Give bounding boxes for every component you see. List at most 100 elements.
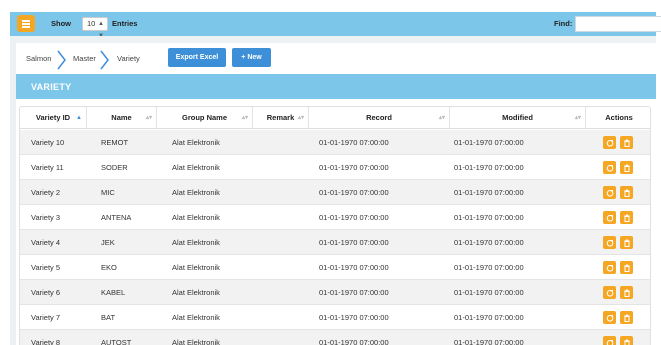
trash-icon[interactable] — [620, 211, 633, 224]
cell-modified: 01-01-1970 07:00:00 — [454, 263, 524, 272]
chevron-right-icon — [57, 50, 66, 70]
cell-name: SODER — [101, 163, 128, 172]
export-excel-button[interactable]: Export Excel — [168, 48, 226, 67]
cell-name: JEK — [101, 238, 115, 247]
cell-record: 01-01-1970 07:00:00 — [319, 288, 389, 297]
trash-icon[interactable] — [620, 286, 633, 299]
table-row[interactable]: Variety 7 BAT Alat Elektronik 01-01-1970 07… — [20, 305, 650, 330]
column-header-variety-id[interactable]: Variety ID ▲ — [20, 107, 87, 129]
cell-record: 01-01-1970 07:00:00 — [319, 263, 389, 272]
cell-group-name: Alat Elektronik — [172, 263, 220, 272]
cell-name: EKO — [101, 263, 117, 272]
sort-icon: ▴▾ — [145, 115, 152, 121]
table-header: Variety ID ▲ Name ▴▾ Group Name ▴▾ Remark ▴▾ Rec… — [20, 107, 650, 129]
hamburger-icon — [22, 20, 30, 22]
cell-name: MIC — [101, 188, 115, 197]
cell-record: 01-01-1970 07:00:00 — [319, 213, 389, 222]
cell-modified: 01-01-1970 07:00:00 — [454, 238, 524, 247]
table-row[interactable]: Variety 2 MIC Alat Elektronik 01-01-1970 07… — [20, 180, 650, 205]
cell-record: 01-01-1970 07:00:00 — [319, 163, 389, 172]
panel-header: VARIETY — [16, 74, 656, 99]
entries-label: Entries — [112, 19, 138, 28]
menu-button[interactable] — [17, 15, 35, 32]
table-row[interactable]: Variety 6 KABEL Alat Elektronik 01-01-1970 … — [20, 280, 650, 305]
trash-icon[interactable] — [620, 311, 633, 324]
page-size-select[interactable]: 10 ▲▼ — [82, 17, 108, 39]
edit-icon[interactable] — [603, 261, 616, 274]
new-button[interactable]: + New — [232, 48, 271, 67]
cell-modified: 01-01-1970 07:00:00 — [454, 313, 524, 322]
table-row[interactable]: Variety 4 JEK Alat Elektronik 01-01-1970 07… — [20, 230, 650, 255]
cell-group-name: Alat Elektronik — [172, 238, 220, 247]
breadcrumb-master[interactable]: Master — [73, 54, 96, 63]
cell-modified: 01-01-1970 07:00:00 — [454, 188, 524, 197]
cell-name: AUTOST — [101, 338, 132, 345]
cell-group-name: Alat Elektronik — [172, 313, 220, 322]
edit-icon[interactable] — [603, 311, 616, 324]
cell-variety-id: Variety 7 — [31, 313, 61, 322]
cell-variety-id: Variety 4 — [31, 238, 61, 247]
cell-group-name: Alat Elektronik — [172, 163, 220, 172]
cell-group-name: Alat Elektronik — [172, 188, 220, 197]
page-size-value: 10 — [87, 19, 96, 28]
column-header-label: Remark — [266, 113, 295, 122]
cell-variety-id: Variety 5 — [31, 263, 61, 272]
cell-group-name: Alat Elektronik — [172, 338, 220, 345]
cell-record: 01-01-1970 07:00:00 — [319, 138, 389, 147]
column-header-modified[interactable]: Modified ▴▾ — [450, 107, 586, 129]
table-row[interactable]: Variety 5 EKO Alat Elektronik 01-01-1970 07… — [20, 255, 650, 280]
column-header-label: Variety ID — [35, 113, 71, 122]
column-header-remark[interactable]: Remark ▴▾ — [253, 107, 309, 129]
trash-icon[interactable] — [620, 186, 633, 199]
show-label: Show — [51, 19, 71, 28]
edit-icon[interactable] — [603, 186, 616, 199]
edit-icon[interactable] — [603, 136, 616, 149]
cell-modified: 01-01-1970 07:00:00 — [454, 338, 524, 345]
table-row[interactable]: Variety 10 REMOT Alat Elektronik 01-01-1970… — [20, 130, 650, 155]
sort-icon: ▴▾ — [241, 115, 248, 121]
find-label: Find: — [554, 19, 573, 28]
breadcrumb-salmon[interactable]: Salmon — [26, 54, 51, 63]
cell-group-name: Alat Elektronik — [172, 288, 220, 297]
cell-modified: 01-01-1970 07:00:00 — [454, 163, 524, 172]
column-header-label: Record — [366, 113, 392, 122]
column-header-record[interactable]: Record ▴▾ — [309, 107, 450, 129]
sort-icon: ▲ — [76, 115, 82, 121]
trash-icon[interactable] — [620, 136, 633, 149]
trash-icon[interactable] — [620, 336, 633, 345]
sort-icon: ▴▾ — [438, 115, 445, 121]
cell-name: ANTENA — [101, 213, 132, 222]
column-header-label: Actions — [605, 113, 633, 122]
edit-icon[interactable] — [603, 336, 616, 345]
column-header-group-name[interactable]: Group Name ▴▾ — [157, 107, 253, 129]
cell-name: BAT — [101, 313, 116, 322]
edit-icon[interactable] — [603, 211, 616, 224]
panel-title: VARIETY — [31, 82, 72, 92]
edit-icon[interactable] — [603, 286, 616, 299]
cell-modified: 01-01-1970 07:00:00 — [454, 138, 524, 147]
edit-icon[interactable] — [603, 236, 616, 249]
trash-icon[interactable] — [620, 161, 633, 174]
trash-icon[interactable] — [620, 261, 633, 274]
column-header-name[interactable]: Name ▴▾ — [87, 107, 157, 129]
cell-record: 01-01-1970 07:00:00 — [319, 238, 389, 247]
trash-icon[interactable] — [620, 236, 633, 249]
cell-variety-id: Variety 3 — [31, 213, 61, 222]
table-row[interactable]: Variety 11 SODER Alat Elektronik 01-01-1970… — [20, 155, 650, 180]
cell-variety-id: Variety 11 — [31, 163, 64, 172]
cell-variety-id: Variety 8 — [31, 338, 61, 345]
find-input[interactable] — [575, 16, 661, 32]
column-header-label: Group Name — [181, 113, 227, 122]
chevron-right-icon — [100, 50, 109, 70]
table-row[interactable]: Variety 8 AUTOST Alat Elektronik 01-01-1970… — [20, 330, 650, 345]
sort-icon: ▴▾ — [574, 115, 581, 121]
cell-record: 01-01-1970 07:00:00 — [319, 313, 389, 322]
column-header-actions[interactable]: Actions — [586, 107, 650, 129]
sort-icon: ▴▾ — [297, 115, 304, 121]
edit-icon[interactable] — [603, 161, 616, 174]
cell-modified: 01-01-1970 07:00:00 — [454, 213, 524, 222]
table-row[interactable]: Variety 3 ANTENA Alat Elektronik 01-01-1970… — [20, 205, 650, 230]
column-header-label: Name — [111, 113, 132, 122]
cell-record: 01-01-1970 07:00:00 — [319, 338, 389, 345]
cell-variety-id: Variety 2 — [31, 188, 61, 197]
